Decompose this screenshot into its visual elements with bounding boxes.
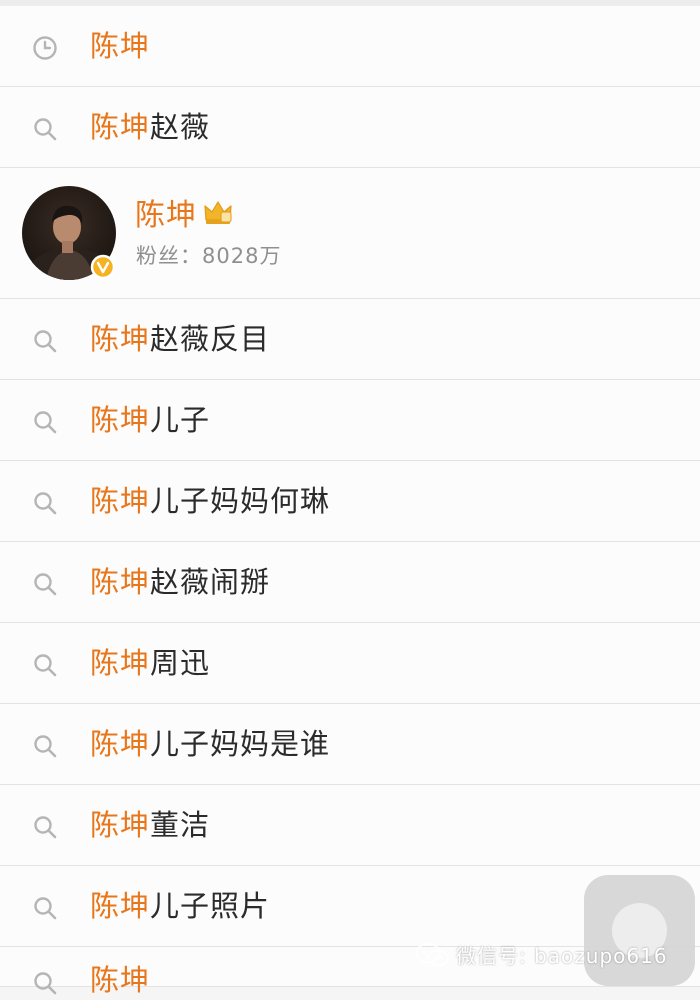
verified-badge-icon: [90, 254, 116, 280]
suggestion-text: 陈坤赵薇反目: [90, 299, 270, 380]
keyword-highlight: 陈坤: [90, 565, 151, 599]
search-icon: [34, 492, 57, 515]
suggestion-item[interactable]: 陈坤赵薇闹掰: [0, 542, 700, 623]
keyword-highlight: 陈坤: [90, 727, 151, 761]
search-icon: [34, 816, 57, 839]
suggestion-text: 陈坤: [90, 960, 150, 1000]
avatar[interactable]: [22, 186, 116, 280]
suggestion-rest: 儿子: [150, 403, 211, 437]
suggestion-item[interactable]: 陈坤赵薇反目: [0, 299, 700, 380]
suggestion-text: 陈坤周迅: [90, 623, 210, 704]
crown-icon: [204, 201, 232, 224]
keyword-highlight: 陈坤: [90, 963, 151, 997]
suggestion-item[interactable]: 陈坤儿子妈妈是谁: [0, 704, 700, 785]
search-icon: [34, 654, 57, 677]
suggestion-item[interactable]: 陈坤儿子: [0, 380, 700, 461]
search-icon: [34, 573, 57, 596]
assistive-touch-button[interactable]: [584, 875, 695, 986]
suggestion-rest: 儿子妈妈何琳: [150, 484, 331, 518]
history-item[interactable]: 陈坤: [0, 6, 700, 87]
search-icon: [34, 897, 57, 920]
clock-icon: [33, 36, 57, 60]
fans-value: 8028万: [202, 244, 282, 268]
history-item-text: 陈坤: [90, 6, 150, 87]
keyword-highlight: 陈坤: [90, 29, 151, 63]
fans-label: 粉丝：: [136, 244, 202, 268]
suggestion-text: 陈坤儿子妈妈是谁: [90, 704, 330, 785]
search-icon: [34, 411, 57, 434]
keyword-highlight: 陈坤: [90, 889, 151, 923]
suggestion-rest: 董洁: [150, 808, 211, 842]
suggestion-item[interactable]: 陈坤董洁: [0, 785, 700, 866]
suggestion-text: 陈坤儿子妈妈何琳: [90, 461, 330, 542]
suggestion-item[interactable]: 陈坤周迅: [0, 623, 700, 704]
keyword-highlight: 陈坤: [90, 322, 151, 356]
user-result[interactable]: 陈坤 粉丝：8028万: [0, 168, 700, 299]
keyword-highlight: 陈坤: [90, 110, 151, 144]
suggestion-text: 陈坤赵薇闹掰: [90, 542, 270, 623]
search-icon: [34, 118, 57, 141]
watermark-text: 微信号: baozupo616: [456, 944, 668, 968]
suggestion-rest: 赵薇闹掰: [150, 565, 271, 599]
suggestion-rest: 赵薇: [150, 110, 211, 144]
suggestion-text: 陈坤赵薇: [90, 87, 210, 168]
suggestion-text: 陈坤儿子: [90, 380, 210, 461]
suggestion-text: 陈坤儿子照片: [90, 866, 270, 947]
search-icon: [34, 735, 57, 758]
keyword-highlight: 陈坤: [90, 646, 151, 680]
keyword-highlight: 陈坤: [90, 808, 151, 842]
suggestion-rest: 儿子妈妈是谁: [150, 727, 331, 761]
user-name[interactable]: 陈坤: [135, 190, 197, 234]
search-suggestion-list: 陈坤 陈坤赵薇 陈坤 粉丝：8028万 陈坤赵薇反目 陈坤儿子 陈坤儿子妈妈何琳…: [0, 6, 700, 997]
suggestion-text: 陈坤董洁: [90, 785, 210, 866]
suggestion-rest: 儿子照片: [150, 889, 271, 923]
fans-count: 粉丝：8028万: [136, 240, 281, 270]
keyword-highlight: 陈坤: [90, 403, 151, 437]
wechat-logo-icon: [415, 943, 449, 967]
search-icon: [34, 330, 57, 353]
search-icon: [34, 972, 57, 995]
suggestion-rest: 周迅: [150, 646, 211, 680]
suggestion-item[interactable]: 陈坤儿子妈妈何琳: [0, 461, 700, 542]
suggestion-rest: 赵薇反目: [150, 322, 271, 356]
suggestion-item[interactable]: 陈坤赵薇: [0, 87, 700, 168]
keyword-highlight: 陈坤: [90, 484, 151, 518]
